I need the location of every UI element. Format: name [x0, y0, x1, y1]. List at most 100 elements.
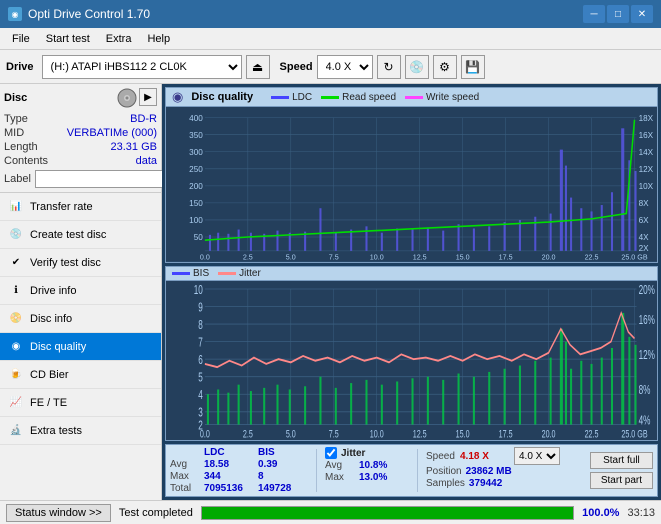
nav-create-test-disc-label: Create test disc [30, 229, 106, 241]
drive-info-icon: ℹ [8, 283, 24, 299]
stat-separator-2 [417, 449, 418, 492]
disc-length-row: Length 23.31 GB [4, 140, 157, 154]
max-stat-row: Max 344 8 [170, 471, 308, 482]
bis-legend-line [172, 272, 190, 275]
settings-button[interactable]: ⚙ [433, 55, 457, 79]
app-title: Opti Drive Control 1.70 [28, 7, 150, 21]
jitter-header-row: Jitter [325, 447, 409, 459]
svg-text:300: 300 [189, 147, 203, 157]
start-full-button[interactable]: Start full [590, 452, 653, 469]
avg-stat-row: Avg 18.58 0.39 [170, 459, 308, 470]
nav-disc-quality[interactable]: ◉ Disc quality [0, 333, 161, 361]
top-chart-svg: 400 350 300 250 200 150 100 50 18X [166, 107, 657, 262]
disc-label-row: Label ✎ [4, 170, 157, 188]
svg-text:100: 100 [189, 215, 203, 225]
sidebar: Disc ▶ Type BD-R MID [0, 84, 162, 500]
speed-stat-row: Speed 4.18 X 4.0 X [426, 447, 560, 465]
svg-text:7.5: 7.5 [329, 427, 339, 439]
svg-text:10.0: 10.0 [370, 427, 384, 439]
menu-extra[interactable]: Extra [98, 31, 140, 47]
nav-disc-info[interactable]: 📀 Disc info [0, 305, 161, 333]
mid-label: MID [4, 127, 24, 139]
eject-button[interactable]: ⏏ [246, 55, 270, 79]
label-field-label: Label [4, 173, 31, 185]
svg-text:16%: 16% [639, 313, 656, 327]
burn-button[interactable]: 💿 [405, 55, 429, 79]
max-ldc-value: 344 [204, 471, 254, 482]
speed-target-select[interactable]: 4.0 X [514, 447, 560, 465]
length-value: 23.31 GB [111, 141, 157, 153]
close-button[interactable]: ✕ [631, 5, 653, 23]
minimize-button[interactable]: ─ [583, 5, 605, 23]
progress-bar-fill [202, 507, 573, 519]
speed-label: Speed [280, 61, 313, 73]
nav-disc-info-label: Disc info [30, 313, 72, 325]
svg-text:0.0: 0.0 [200, 252, 210, 261]
content-area: ◉ Disc quality LDC Read speed Write spee… [162, 84, 661, 500]
svg-text:350: 350 [189, 130, 203, 140]
avg-bis-value: 0.39 [258, 459, 308, 470]
label-input[interactable] [35, 170, 169, 188]
menu-file[interactable]: File [4, 31, 38, 47]
jitter-checkbox[interactable] [325, 447, 337, 459]
speed-select[interactable]: 4.0 X [317, 55, 373, 79]
nav-fe-te[interactable]: 📈 FE / TE [0, 389, 161, 417]
total-bis-value: 149728 [258, 483, 308, 494]
svg-text:6X: 6X [639, 215, 649, 225]
svg-text:7: 7 [198, 335, 203, 349]
drive-select[interactable]: (H:) ATAPI iHBS112 2 CL0K [42, 55, 242, 79]
speed-stat-value: 4.18 X [460, 451, 510, 462]
nav-disc-quality-label: Disc quality [30, 341, 86, 353]
svg-text:17.5: 17.5 [499, 252, 513, 261]
disc-info-icon: 📀 [8, 311, 24, 327]
status-window-button[interactable]: Status window >> [6, 504, 111, 522]
nav-drive-info-label: Drive info [30, 285, 76, 297]
bottom-chart-panel: BIS Jitter [165, 266, 658, 442]
svg-text:8X: 8X [639, 198, 649, 208]
disc-type-row: Type BD-R [4, 112, 157, 126]
title-bar-left: ◉ Opti Drive Control 1.70 [8, 7, 150, 21]
stat-header-row: LDC BIS [170, 447, 308, 458]
nav-cd-bier[interactable]: 🍺 CD Bier [0, 361, 161, 389]
svg-text:25.0 GB: 25.0 GB [621, 252, 647, 261]
start-part-button[interactable]: Start part [590, 472, 653, 489]
svg-text:10X: 10X [639, 181, 654, 191]
contents-value: data [136, 155, 157, 167]
maximize-button[interactable]: □ [607, 5, 629, 23]
nav-create-test-disc[interactable]: 💿 Create test disc [0, 221, 161, 249]
samples-label: Samples [426, 478, 465, 489]
menu-start-test[interactable]: Start test [38, 31, 98, 47]
max-bis-value: 8 [258, 471, 308, 482]
disc-action-button[interactable]: ▶ [139, 88, 157, 106]
status-text: Test completed [119, 507, 193, 519]
position-stat-row: Position 23862 MB [426, 466, 560, 477]
jitter-header-label: Jitter [341, 448, 365, 459]
nav-menu: 📊 Transfer rate 💿 Create test disc ✔ Ver… [0, 193, 161, 445]
nav-drive-info[interactable]: ℹ Drive info [0, 277, 161, 305]
svg-text:10.0: 10.0 [370, 252, 384, 261]
nav-fe-te-label: FE / TE [30, 397, 67, 409]
stats-area: LDC BIS Avg 18.58 0.39 Max 344 8 Total [165, 444, 658, 497]
svg-text:50: 50 [194, 232, 203, 242]
jitter-avg-value: 10.8% [359, 460, 409, 471]
progress-percent: 100.0% [582, 507, 619, 519]
svg-text:5: 5 [198, 370, 203, 384]
svg-text:18X: 18X [639, 113, 654, 123]
samples-stat-row: Samples 379442 [426, 478, 560, 489]
svg-text:17.5: 17.5 [499, 427, 513, 439]
svg-text:4: 4 [198, 388, 203, 402]
status-bar: Status window >> Test completed 100.0% 3… [0, 500, 661, 524]
refresh-button[interactable]: ↻ [377, 55, 401, 79]
menu-help[interactable]: Help [139, 31, 178, 47]
stat-group-speed: Speed 4.18 X 4.0 X Position 23862 MB Sam… [426, 447, 560, 494]
jitter-legend-line [218, 272, 236, 275]
total-ldc-value: 7095136 [204, 483, 254, 494]
svg-text:12%: 12% [639, 348, 656, 362]
svg-text:4%: 4% [639, 413, 651, 427]
nav-transfer-rate[interactable]: 📊 Transfer rate [0, 193, 161, 221]
svg-text:12.5: 12.5 [413, 427, 427, 439]
nav-verify-test-disc[interactable]: ✔ Verify test disc [0, 249, 161, 277]
nav-extra-tests[interactable]: 🔬 Extra tests [0, 417, 161, 445]
start-buttons-group: Start full Start part [590, 447, 653, 494]
save-button[interactable]: 💾 [461, 55, 485, 79]
